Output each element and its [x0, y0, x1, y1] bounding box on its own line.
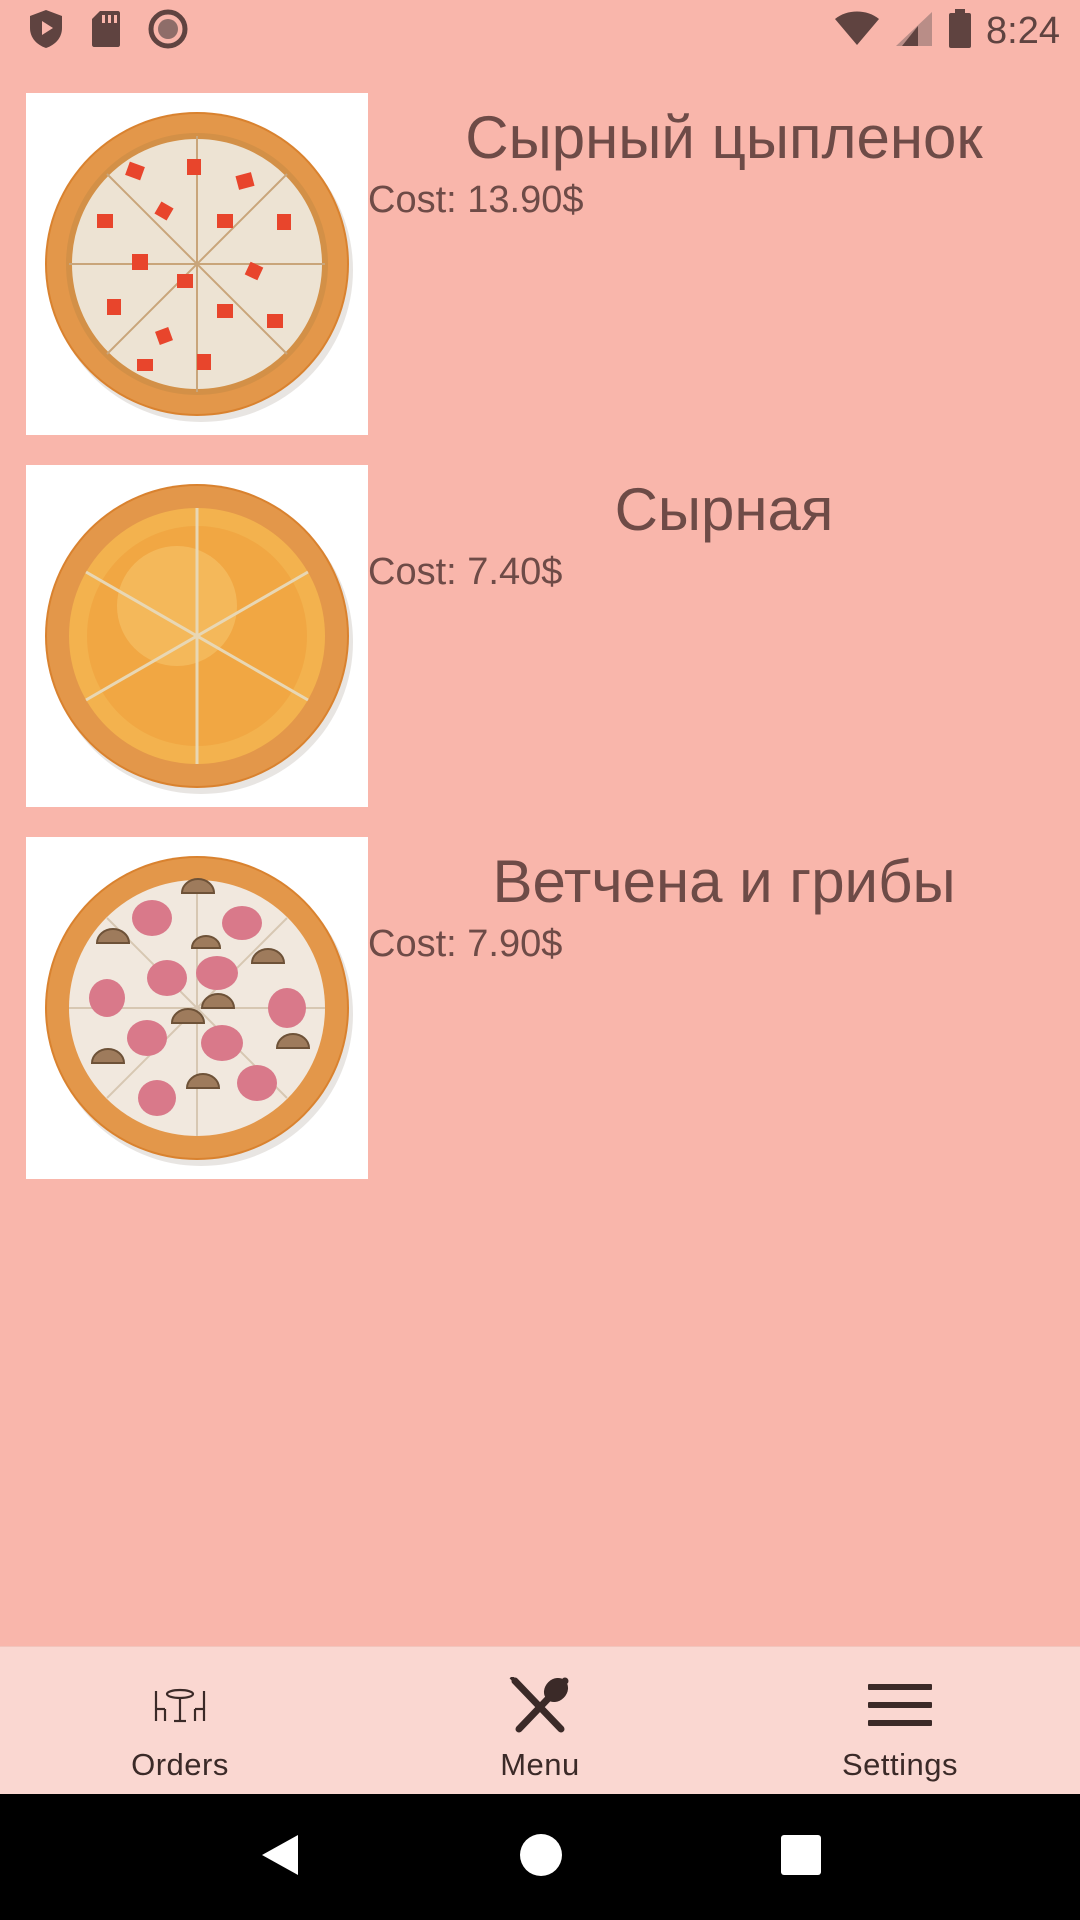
app-screen: 8:24 Сырный цыпленок Cost: 13.90$ Сырная…: [0, 0, 1080, 1920]
nav-settings[interactable]: Settings: [720, 1647, 1080, 1794]
nav-orders-label: Orders: [131, 1747, 229, 1782]
home-icon[interactable]: [519, 1833, 563, 1882]
record-circle-icon: [148, 9, 188, 54]
recents-icon[interactable]: [780, 1834, 822, 1881]
pizza-photo: [26, 837, 368, 1179]
bottom-navigation: Orders Menu Settings: [0, 1646, 1080, 1794]
status-left-icons: [28, 8, 188, 55]
status-right-icons: 8:24: [834, 8, 1060, 54]
pizza-photo: [26, 93, 368, 435]
pizza-photo: [26, 465, 368, 807]
back-icon[interactable]: [258, 1831, 302, 1884]
status-time: 8:24: [986, 9, 1060, 52]
nav-settings-label: Settings: [841, 1747, 958, 1782]
wifi-icon: [834, 11, 880, 52]
menu-item[interactable]: Ветчена и грибы Cost: 7.90$: [0, 837, 1080, 1209]
menu-item[interactable]: Сырная Cost: 7.40$: [0, 465, 1080, 837]
sd-card-icon: [90, 9, 122, 54]
system-navigation-bar: [0, 1794, 1080, 1920]
nav-orders[interactable]: Orders: [0, 1647, 360, 1794]
battery-icon: [948, 8, 972, 54]
pizza-name: Сырная: [614, 476, 834, 543]
fork-spoon-icon: [509, 1677, 571, 1733]
cell-signal-icon: [894, 10, 934, 53]
pizza-cost: Cost: 7.90$: [368, 923, 563, 965]
nav-menu-label: Menu: [500, 1747, 580, 1782]
pizza-name: Сырный цыпленок: [465, 104, 983, 171]
table-chairs-icon: [152, 1677, 208, 1733]
menu-list[interactable]: Сырный цыпленок Cost: 13.90$ Сырная Cost…: [0, 93, 1080, 1209]
pizza-name: Ветчена и грибы: [492, 848, 956, 915]
hamburger-icon: [868, 1677, 932, 1733]
nav-menu[interactable]: Menu: [360, 1647, 720, 1794]
menu-item[interactable]: Сырный цыпленок Cost: 13.90$: [0, 93, 1080, 465]
status-bar: 8:24: [0, 0, 1080, 62]
pizza-cost: Cost: 13.90$: [368, 179, 584, 221]
pizza-cost: Cost: 7.40$: [368, 551, 563, 593]
shield-play-icon: [28, 8, 64, 55]
